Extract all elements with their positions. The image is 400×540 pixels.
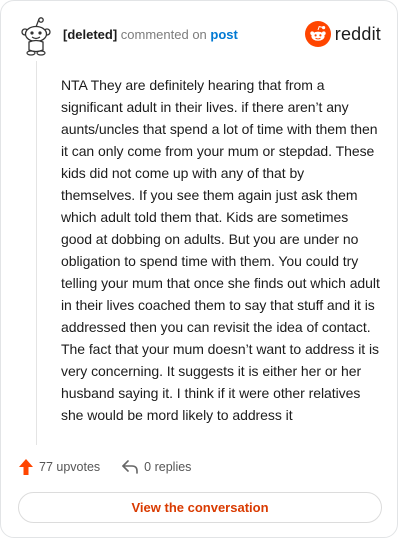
action-text: commented on (120, 27, 207, 42)
reddit-brand[interactable]: reddit (304, 21, 381, 47)
reply-count: 0 replies (144, 460, 192, 474)
upvote-count: 77 upvotes (39, 460, 101, 474)
reddit-snoo-avatar-icon (19, 17, 55, 57)
upvote-button[interactable]: 77 upvotes (19, 459, 100, 475)
brand-wordmark: reddit (334, 23, 381, 44)
reddit-logo-icon (304, 21, 331, 47)
view-conversation-button[interactable]: View the conversation (18, 492, 382, 523)
thread-line (36, 61, 37, 445)
comment-card: [deleted] commented on post reddit NTA T… (0, 0, 398, 538)
comment-body: NTA They are definitely hearing that fro… (61, 77, 380, 423)
upvote-arrow-icon (19, 459, 33, 475)
post-link[interactable]: post (210, 27, 237, 42)
reply-button[interactable]: 0 replies (122, 460, 191, 474)
username[interactable]: [deleted] (63, 27, 117, 42)
comment-header: [deleted] commented on post reddit (19, 17, 381, 57)
comment-meta: [deleted] commented on post (63, 27, 238, 43)
reply-arrow-icon (122, 460, 138, 474)
comment-footer: 77 upvotes 0 replies (19, 457, 213, 477)
